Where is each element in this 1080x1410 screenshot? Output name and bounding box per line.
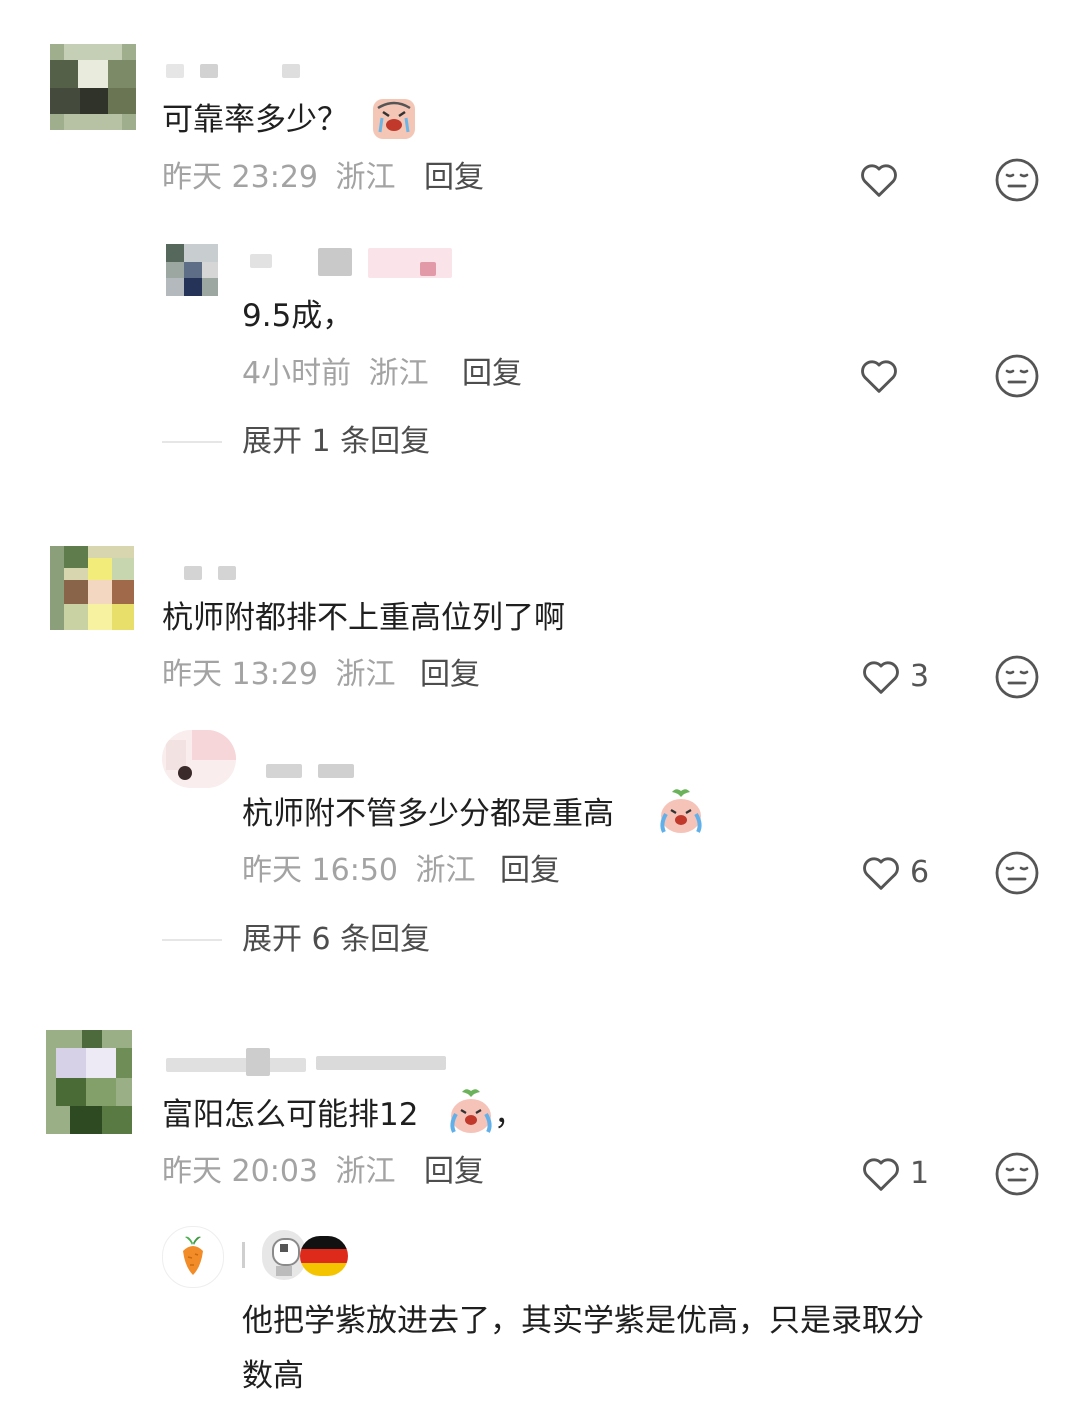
- neutral-face-icon[interactable]: [994, 850, 1040, 896]
- avatar[interactable]: [46, 1030, 132, 1134]
- username-blurred[interactable]: [166, 1048, 456, 1076]
- reply-text-line2: 数高: [242, 1358, 304, 1394]
- comment-location: 浙江: [335, 160, 396, 195]
- reply-button[interactable]: 回复: [462, 354, 522, 394]
- reply-time: 4小时前: [242, 356, 352, 391]
- reply-text: 他把学紫放进去了，其实学紫是优高，只是录取分: [242, 1303, 924, 1339]
- comment-meta: 昨天 20:03 浙江: [162, 1152, 396, 1192]
- reply-text: 9.5成，: [242, 298, 354, 334]
- username-blurred[interactable]: [250, 248, 460, 278]
- like-button[interactable]: 1: [858, 1150, 978, 1198]
- germany-flag-icon: [300, 1236, 348, 1276]
- neutral-face-icon[interactable]: [994, 1151, 1040, 1197]
- like-count: 1: [910, 1156, 930, 1191]
- reply-meta: 4小时前 浙江: [242, 354, 429, 394]
- reply-button[interactable]: 回复: [424, 158, 484, 198]
- heart-outline-icon: [863, 661, 899, 694]
- expand-replies-button[interactable]: 展开 1 条回复: [242, 422, 430, 462]
- like-count: 6: [910, 855, 930, 890]
- comment-location: 浙江: [335, 1154, 396, 1189]
- heart-outline-icon: [863, 857, 899, 890]
- like-button[interactable]: [856, 352, 976, 400]
- carrot-icon: [183, 1236, 203, 1275]
- neutral-face-icon[interactable]: [994, 157, 1040, 203]
- reply-time: 昨天 16:50: [242, 853, 398, 888]
- comment-text: 杭师附都排不上重高位列了啊: [162, 600, 565, 636]
- like-button[interactable]: [856, 156, 976, 204]
- username-separator: [242, 1242, 245, 1268]
- expand-divider: [162, 939, 222, 941]
- reply-meta: 昨天 16:50 浙江: [242, 851, 476, 891]
- reply-button[interactable]: 回复: [420, 655, 480, 695]
- comment-text: 可靠率多少？: [162, 102, 348, 138]
- comment-meta: 昨天 23:29 浙江: [162, 158, 396, 198]
- neutral-face-icon[interactable]: [994, 654, 1040, 700]
- heart-outline-icon: [861, 360, 897, 393]
- reply-avatar[interactable]: [162, 1226, 224, 1288]
- comment-text-tail: ，: [494, 1097, 525, 1133]
- reply-avatar[interactable]: [162, 730, 236, 788]
- crying-peach-emoji: [450, 1089, 492, 1133]
- username-blurred[interactable]: [266, 758, 366, 784]
- reply-location: 浙江: [415, 853, 476, 888]
- expand-divider: [162, 441, 222, 443]
- reply-button[interactable]: 回复: [424, 1152, 484, 1192]
- heart-outline-icon: [863, 1158, 899, 1191]
- avatar[interactable]: [50, 44, 136, 130]
- avatar[interactable]: [50, 546, 134, 630]
- username-blurred[interactable]: [166, 58, 316, 84]
- like-count: 3: [910, 659, 930, 694]
- like-button[interactable]: 6: [858, 849, 978, 897]
- comment-location: 浙江: [335, 657, 396, 692]
- crying-face-emoji: [373, 99, 415, 139]
- reply-button[interactable]: 回复: [500, 851, 560, 891]
- comment-text-main: 富阳怎么可能排12: [162, 1097, 419, 1133]
- heart-outline-icon: [861, 164, 897, 197]
- username-blurred[interactable]: [184, 560, 264, 586]
- comment-text: 富阳怎么可能排12: [162, 1095, 418, 1135]
- neutral-face-icon[interactable]: [994, 353, 1040, 399]
- expand-replies-button[interactable]: 展开 6 条回复: [242, 920, 430, 960]
- comment-time: 昨天 23:29: [162, 160, 318, 195]
- reply-avatar[interactable]: [166, 244, 218, 296]
- crying-peach-emoji: [660, 789, 702, 833]
- comment-time: 昨天 20:03: [162, 1154, 318, 1189]
- reply-location: 浙江: [368, 356, 429, 391]
- comment-time: 昨天 13:29: [162, 657, 318, 692]
- reply-text: 杭师附不管多少分都是重高: [242, 796, 614, 832]
- like-button[interactable]: 3: [858, 653, 978, 701]
- comment-meta: 昨天 13:29 浙江: [162, 655, 396, 695]
